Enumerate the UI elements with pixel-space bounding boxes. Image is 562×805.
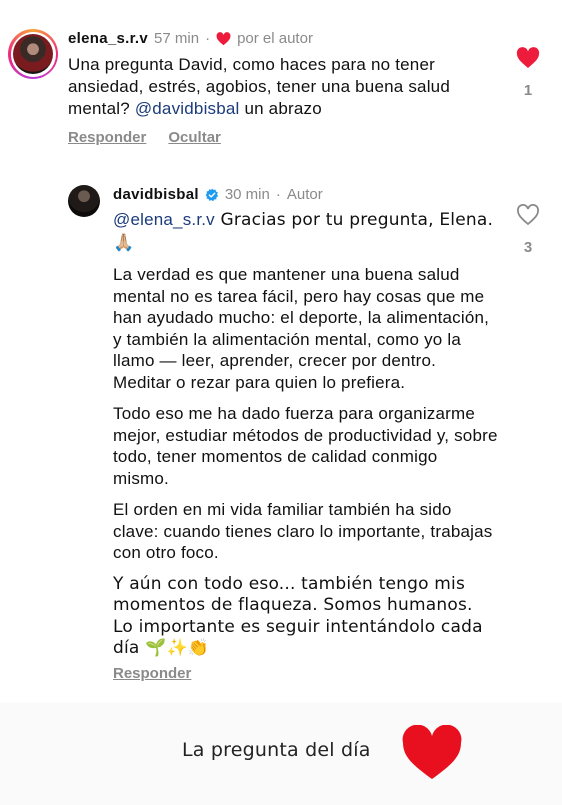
separator-dot: ·: [275, 186, 281, 203]
comment-actions: Responder Ocultar: [68, 129, 221, 146]
reply-paragraph-4: El orden en mi vida familiar también ha …: [113, 500, 493, 562]
comment-text: Una pregunta David, como haces para no t…: [68, 54, 498, 120]
heart-filled-icon[interactable]: [516, 47, 540, 69]
reply-paragraph-3: Todo eso me ha dado fuerza para organiza…: [113, 404, 498, 488]
footer-banner: La pregunta del día: [0, 703, 562, 805]
separator-dot: ·: [205, 30, 211, 47]
reply-paragraph-5: Y aún con todo eso... también tengo mis …: [113, 573, 483, 659]
username[interactable]: elena_s.r.v: [68, 30, 148, 47]
footer-label: La pregunta del día: [182, 739, 371, 761]
author-label: Autor: [286, 186, 323, 203]
avatar-image: [13, 34, 53, 74]
reply-paragraph-1: @elena_s.r.v Gracias por tu pregunta, El…: [113, 209, 498, 254]
like-count: 3: [523, 239, 533, 256]
like-button[interactable]: 3: [513, 204, 543, 256]
mention-link[interactable]: @davidbisbal: [135, 99, 240, 118]
reply-button[interactable]: Responder: [68, 129, 146, 146]
avatar-davidbisbal[interactable]: [68, 185, 100, 217]
username[interactable]: davidbisbal: [113, 186, 199, 203]
comment-header: elena_s.r.v 57 min · por el autor: [68, 30, 313, 47]
mention-link[interactable]: @elena_s.r.v: [113, 210, 215, 229]
like-count: 1: [523, 82, 533, 99]
heart-outline-icon[interactable]: [516, 204, 540, 226]
timestamp: 30 min: [224, 186, 270, 203]
timestamp: 57 min: [154, 30, 200, 47]
verified-badge-icon: [205, 188, 218, 201]
reply-paragraph-2: La verdad es que mantener una buena salu…: [113, 265, 490, 392]
liked-by-author-heart-icon: [216, 31, 231, 45]
reply-actions: Responder: [113, 665, 191, 682]
reply-button[interactable]: Responder: [113, 665, 191, 682]
liked-by-author-label: por el autor: [237, 30, 313, 47]
comment-header: davidbisbal 30 min · Autor: [113, 186, 323, 203]
reply-text: @elena_s.r.v Gracias por tu pregunta, El…: [113, 209, 498, 670]
hide-button[interactable]: Ocultar: [168, 129, 221, 146]
like-button[interactable]: 1: [513, 47, 543, 99]
red-heart-icon: [402, 725, 462, 779]
avatar-elena[interactable]: [8, 29, 58, 79]
comment-text-part: un abrazo: [239, 99, 322, 118]
